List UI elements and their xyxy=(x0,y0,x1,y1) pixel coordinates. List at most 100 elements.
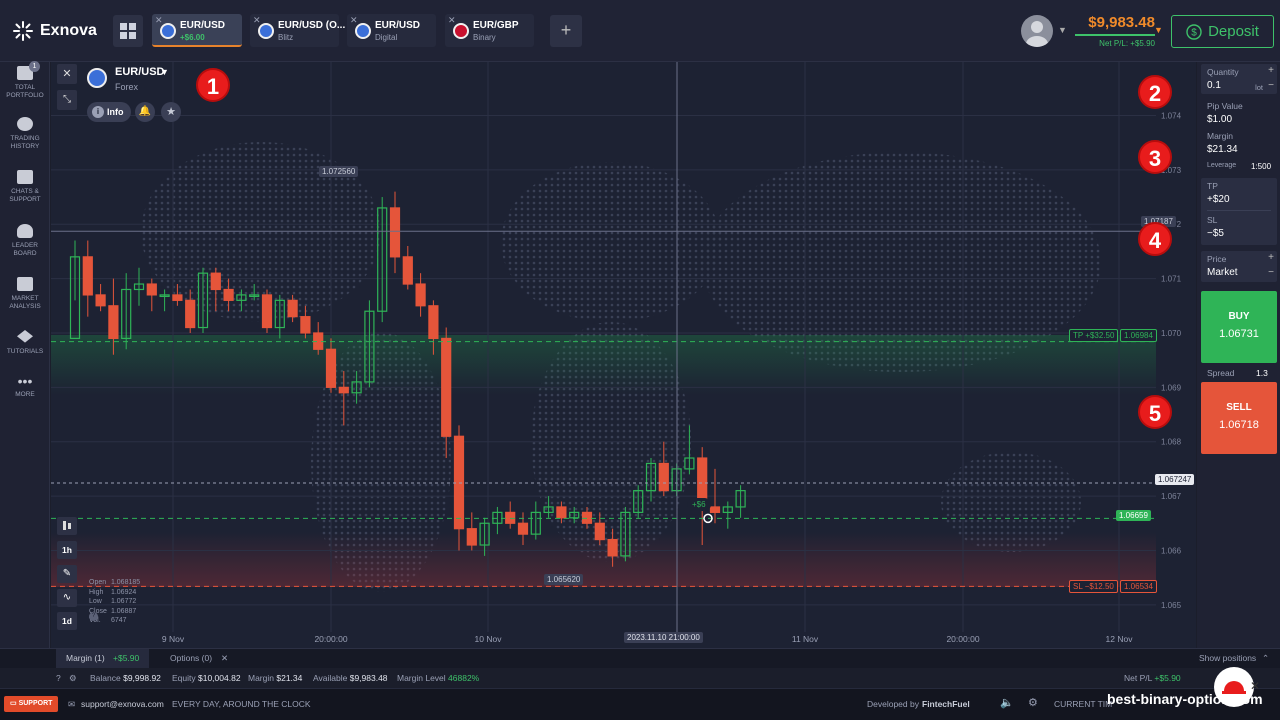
decrease-price-button[interactable]: − xyxy=(1265,267,1277,278)
candle-body xyxy=(82,256,93,296)
equity-label: Equity xyxy=(172,673,196,683)
crosshair-time-label: 2023.11.10 21:00:00 xyxy=(624,632,703,643)
buy-price: 1.06731 xyxy=(1219,328,1259,340)
timeframe-button[interactable]: 1h xyxy=(57,541,77,559)
ohlc-vol: 6747 xyxy=(110,617,127,624)
avatar[interactable] xyxy=(1021,15,1053,47)
sell-button[interactable]: SELL 1.06718 xyxy=(1201,382,1277,454)
tp-label: TP xyxy=(1207,181,1218,191)
net-pl-label: Net P/L xyxy=(1124,673,1153,683)
info-button[interactable]: i Info xyxy=(87,102,131,122)
current-price-label: 1.067247 xyxy=(1155,474,1195,485)
balance-bar xyxy=(1075,34,1155,36)
balance-amount: $9,983.48 xyxy=(1088,14,1155,31)
chevron-down-icon[interactable]: ▼ xyxy=(1058,25,1067,35)
support-label: SUPPORT xyxy=(18,700,53,707)
support-button[interactable]: ▭ SUPPORT xyxy=(4,696,59,712)
close-icon[interactable]: ✕ xyxy=(1250,679,1260,693)
candle-body xyxy=(300,316,311,334)
gear-icon[interactable]: ⚙ xyxy=(1028,696,1038,709)
quantity-field[interactable]: Quantity 0.1 lot + − xyxy=(1201,64,1277,94)
help-icon[interactable]: ? xyxy=(89,612,98,621)
candle-body xyxy=(325,348,337,388)
sidebar-item-market-analysis[interactable]: MARKET ANALYSIS xyxy=(0,277,50,311)
asset-tab-eurusd-forex[interactable]: ✕ EUR/USD +$6.00 xyxy=(152,14,242,47)
pencil-icon[interactable]: ✎ xyxy=(57,565,77,583)
balance-value: $9,998.92 xyxy=(123,673,161,683)
candle-body xyxy=(287,299,298,318)
speaker-icon[interactable]: 🔈 xyxy=(1000,696,1014,709)
candlestick-chart[interactable]: 1.0741.0731.0721.0711.0701.0691.0681.067… xyxy=(51,62,1196,648)
current-price: 1.06724 xyxy=(1158,475,1187,484)
buy-button[interactable]: BUY 1.06731 xyxy=(1201,291,1277,363)
bell-icon[interactable]: 🔔 xyxy=(135,102,155,122)
decrease-quantity-button[interactable]: − xyxy=(1265,80,1277,91)
close-icon[interactable]: ✕ xyxy=(221,653,228,664)
collapse-icon[interactable]: ⤡ xyxy=(57,90,77,110)
more-dots-icon: ••• xyxy=(17,373,33,389)
available-label: Available xyxy=(313,673,348,683)
tab-options-positions[interactable]: Options (0) xyxy=(170,653,212,663)
sl-value[interactable]: −$5 xyxy=(1207,228,1271,239)
chevron-down-icon[interactable]: ▼ xyxy=(1154,25,1163,35)
price-chart[interactable]: 1.0741.0731.0721.0711.0701.0691.0681.067… xyxy=(51,62,1196,648)
candle-body xyxy=(505,511,516,524)
chat-icon xyxy=(17,170,33,184)
sidebar-label: CHATS & xyxy=(11,188,39,195)
sl-line-label[interactable]: SL −$12.50 xyxy=(1069,580,1118,593)
asset-tab-eurgbp[interactable]: ✕ EUR/GBP Binary xyxy=(445,14,534,47)
sidebar-item-more[interactable]: ••• MORE xyxy=(0,373,50,399)
y-tick-label: 1.069 xyxy=(1161,383,1182,392)
tp-value[interactable]: +$20 xyxy=(1207,194,1271,205)
margin-level-value: 46882% xyxy=(448,673,480,683)
star-icon[interactable]: ★ xyxy=(161,102,181,122)
sidebar-item-tutorials[interactable]: TUTORIALS xyxy=(0,330,50,356)
tp-sl-field[interactable]: TP +$20 SL −$5 xyxy=(1201,178,1277,245)
chevron-down-icon[interactable]: ▼ xyxy=(160,67,169,77)
sidebar-label: SUPPORT xyxy=(9,196,41,203)
indicators-icon[interactable]: ∿ xyxy=(57,589,77,607)
support-email[interactable]: support@exnova.com xyxy=(81,699,164,709)
deposit-label: Deposit xyxy=(1208,23,1259,40)
gear-icon[interactable]: ⚙ xyxy=(69,673,77,684)
sidebar-item-portfolio[interactable]: 1 TOTAL PORTFOLIO xyxy=(0,61,50,100)
show-positions-button[interactable]: Show positions xyxy=(1199,653,1256,663)
candle-body xyxy=(172,294,183,301)
add-tab-button[interactable]: + xyxy=(550,15,582,47)
chat-icon: ▭ xyxy=(10,700,17,707)
sidebar-label: ANALYSIS xyxy=(9,303,41,310)
left-sidebar: 1 TOTAL PORTFOLIO TRADING HISTORY CHATS … xyxy=(0,61,50,648)
sidebar-item-chats[interactable]: CHATS & SUPPORT xyxy=(0,170,50,204)
footer: ▭ SUPPORT ✉ support@exnova.com EVERY DAY… xyxy=(0,688,1280,720)
sl-label: SL xyxy=(1207,215,1218,225)
tab-subtitle: Digital xyxy=(375,33,398,42)
sidebar-item-leaderboard[interactable]: LEADER BOARD xyxy=(0,224,50,258)
user-icon xyxy=(1026,21,1048,47)
chevron-up-icon[interactable]: ⌃ xyxy=(1262,653,1269,664)
asset-tab-eurusd-digital[interactable]: ✕ EUR/USD Digital xyxy=(347,14,436,47)
sidebar-item-history[interactable]: TRADING HISTORY xyxy=(0,117,50,151)
y-tick-label: 1.066 xyxy=(1161,546,1182,555)
deposit-button[interactable]: $ Deposit xyxy=(1171,15,1274,48)
price-value[interactable]: Market xyxy=(1207,267,1271,278)
help-icon[interactable]: ? xyxy=(56,673,61,683)
asset-tab-eurusd-otc[interactable]: ✕ EUR/USD (O... Blitz xyxy=(250,14,345,47)
tab-margin-positions[interactable]: Margin (1) +$5.90 xyxy=(56,649,149,669)
chat-widget-button[interactable] xyxy=(1214,667,1254,707)
layout-grid-button[interactable] xyxy=(113,15,143,47)
flag-icon xyxy=(355,23,371,39)
period-button[interactable]: 1d xyxy=(57,612,77,630)
tp-line-label[interactable]: TP +$32.50 xyxy=(1069,329,1119,342)
balance-widget[interactable]: $9,983.48 Net P/L: +$5.90 xyxy=(1075,14,1155,48)
logo[interactable]: Exnova xyxy=(12,20,97,42)
sidebar-label: TOTAL xyxy=(14,84,36,91)
developer-name: FintechFuel xyxy=(922,699,970,709)
chart-type-button[interactable] xyxy=(57,517,77,535)
close-chart-button[interactable]: ✕ xyxy=(57,64,77,84)
increase-quantity-button[interactable]: + xyxy=(1265,65,1277,76)
flag-icon xyxy=(453,23,469,39)
instrument-pair: EUR/USD xyxy=(115,66,165,78)
quantity-unit: lot xyxy=(1255,83,1263,92)
price-field[interactable]: Price Market + − xyxy=(1201,251,1277,282)
increase-price-button[interactable]: + xyxy=(1265,252,1277,263)
